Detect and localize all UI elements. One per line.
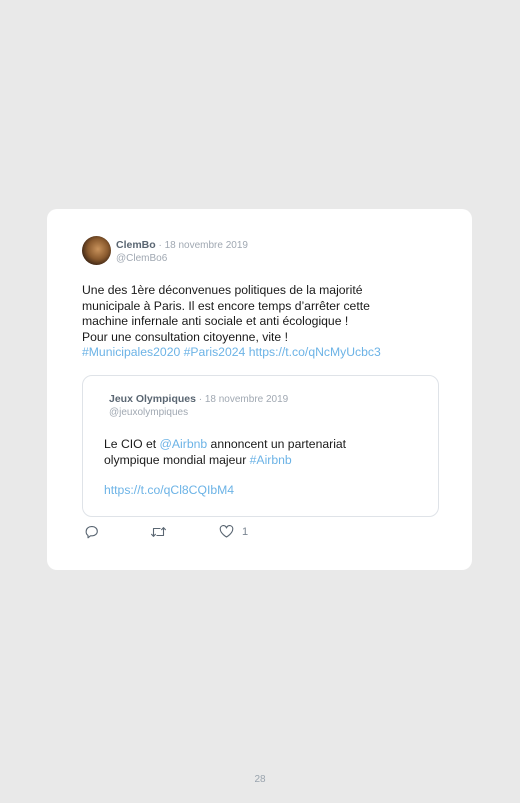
- tweet-links-line: #Municipales2020 #Paris2024 https://t.co…: [82, 345, 442, 361]
- tweet-card: ClemBo · 18 novembre 2019 @ClemBo6 Une d…: [47, 209, 472, 570]
- quoted-text-part: olympique mondial majeur: [104, 452, 250, 467]
- tweet-header: ClemBo · 18 novembre 2019 @ClemBo6: [116, 239, 248, 265]
- tweet-actions: 1: [84, 525, 284, 543]
- tweet-text-line: Pour une consultation citoyenne, vite !: [82, 329, 288, 344]
- tweet-text: Une des 1ère déconvenues politiques de l…: [82, 283, 442, 361]
- hashtag-link[interactable]: #Paris2024: [184, 345, 246, 359]
- hashtag-link[interactable]: #Airbnb: [250, 453, 292, 467]
- reply-button[interactable]: [84, 525, 99, 539]
- quoted-text-part: Le CIO et: [104, 437, 160, 451]
- avatar[interactable]: [82, 236, 111, 265]
- quoted-tweet[interactable]: Jeux Olympiques · 18 novembre 2019 @jeux…: [82, 375, 439, 517]
- tweet-text-line: municipale à Paris. Il est encore temps …: [82, 298, 370, 313]
- tweet-date[interactable]: 18 novembre 2019: [165, 240, 248, 251]
- heart-icon: [219, 525, 234, 538]
- quoted-author-name[interactable]: Jeux Olympiques: [109, 393, 196, 405]
- quoted-text: Le CIO et @Airbnb annoncent un partenari…: [104, 437, 424, 468]
- tweet-text-line: machine infernale anti sociale et anti é…: [82, 314, 349, 329]
- page-number: 28: [254, 774, 266, 785]
- author-name[interactable]: ClemBo: [116, 239, 156, 251]
- retweet-icon: [150, 527, 167, 537]
- like-button[interactable]: 1: [219, 525, 248, 538]
- hashtag-link[interactable]: #Municipales2020: [82, 345, 180, 359]
- reply-icon: [85, 526, 98, 539]
- quoted-handle[interactable]: @jeuxolympiques: [109, 406, 288, 419]
- separator-dot: ·: [195, 394, 205, 405]
- quoted-url-link[interactable]: https://t.co/qCl8CQIbM4: [104, 483, 234, 499]
- quoted-header: Jeux Olympiques · 18 novembre 2019 @jeux…: [109, 393, 288, 419]
- tweet-text-line: Une des 1ère déconvenues politiques de l…: [82, 283, 363, 297]
- retweet-button[interactable]: [150, 525, 167, 539]
- mention-link[interactable]: @Airbnb: [160, 437, 208, 451]
- author-handle[interactable]: @ClemBo6: [116, 252, 248, 265]
- separator-dot: ·: [155, 240, 165, 251]
- quoted-text-part: annoncent un partenariat: [207, 437, 347, 451]
- quoted-date[interactable]: 18 novembre 2019: [205, 394, 288, 405]
- like-count: 1: [242, 525, 249, 538]
- url-link[interactable]: https://t.co/qNcMyUcbc3: [249, 345, 381, 359]
